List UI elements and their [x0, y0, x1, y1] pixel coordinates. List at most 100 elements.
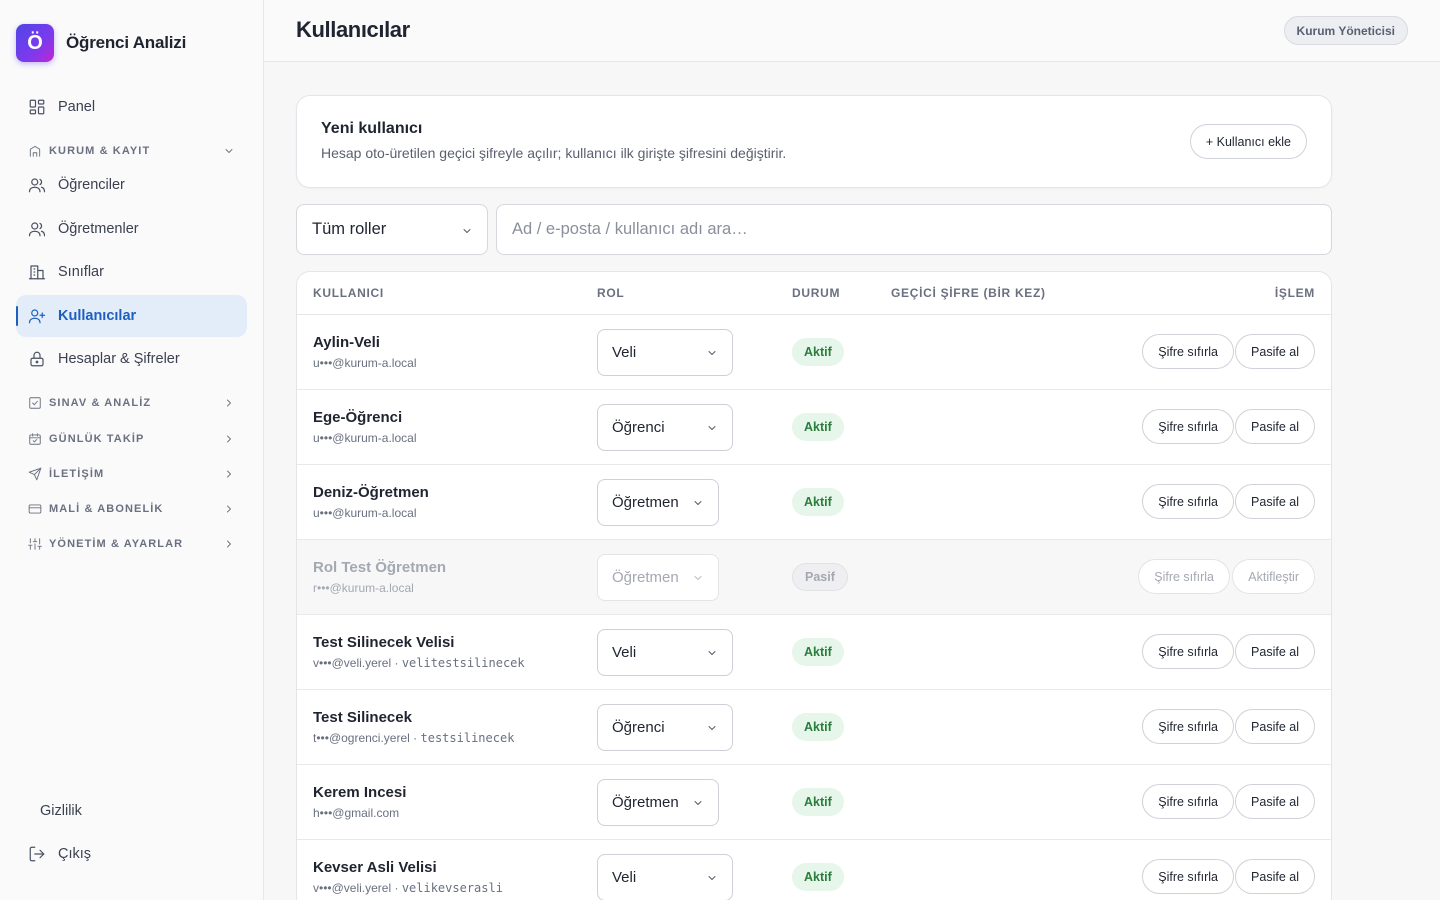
chevron-down-icon [694, 801, 702, 805]
user-email: v•••@veli.yerel · velikevserasli [313, 881, 503, 895]
new-user-subtitle: Hesap oto-üretilen geçici şifreyle açılı… [321, 145, 787, 161]
chevron-down-icon [694, 576, 702, 580]
nav-group-yonetim[interactable]: YÖNETİM & AYARLAR [28, 534, 235, 554]
table-header: KULLANICI ROL DURUM GEÇİCİ ŞİFRE (BİR KE… [297, 272, 1331, 315]
new-user-card: Yeni kullanıcı Hesap oto-üretilen geçici… [296, 95, 1332, 188]
reset-password-button[interactable]: Şifre sıfırla [1142, 334, 1234, 369]
brand-title: Öğrenci Analizi [66, 33, 187, 52]
brand-logo: Ö [16, 24, 54, 62]
sidebar-item-ogrenciler[interactable]: Öğrenciler [16, 164, 247, 206]
role-select[interactable]: Öğretmen [597, 479, 719, 526]
status-badge: Aktif [792, 488, 844, 516]
user-email: u•••@kurum-a.local [313, 506, 416, 520]
reset-password-button[interactable]: Şifre sıfırla [1142, 784, 1234, 819]
users-table: KULLANICI ROL DURUM GEÇİCİ ŞİFRE (BİR KE… [296, 271, 1332, 900]
reset-password-button[interactable]: Şifre sıfırla [1142, 409, 1234, 444]
reset-password-button[interactable]: Şifre sıfırla [1142, 859, 1234, 894]
chevron-down-icon [708, 726, 716, 730]
role-select[interactable]: Öğretmen [597, 554, 719, 601]
chevron-down-icon [708, 351, 716, 355]
sidebar-item-panel[interactable]: Panel [16, 86, 247, 128]
sidebar-item-kullanicilar[interactable]: Kullanıcılar [16, 295, 247, 337]
nav-group-label: İLETİŞİM [49, 468, 105, 480]
deactivate-button[interactable]: Pasife al [1235, 859, 1315, 894]
nav-group-mali[interactable]: MALİ & ABONELİK [28, 499, 235, 519]
activate-button[interactable]: Aktifleştir [1232, 559, 1315, 594]
add-user-button[interactable]: + Kullanıcı ekle [1189, 124, 1307, 159]
role-select[interactable]: Öğrenci [597, 704, 733, 751]
role-filter-value: Tüm roller [312, 220, 387, 238]
reset-password-button[interactable]: Şifre sıfırla [1142, 709, 1234, 744]
role-select[interactable]: Veli [597, 629, 733, 676]
dashboard-icon [29, 99, 45, 115]
user-name: Kerem Incesi [313, 784, 407, 801]
role-select[interactable]: Veli [597, 329, 733, 376]
user-email: h•••@gmail.com [313, 806, 399, 820]
sidebar-item-ogretmenler[interactable]: Öğretmenler [16, 208, 247, 250]
sidebar-item-label: Sınıflar [58, 264, 104, 280]
user-email: v•••@veli.yerel · velitestsilinecek [313, 656, 525, 670]
chevron-down-icon [694, 501, 702, 505]
nav-group-gunluk[interactable]: GÜNLÜK TAKİP [28, 429, 235, 449]
user-name: Test Silinecek [313, 709, 412, 726]
deactivate-button[interactable]: Pasife al [1235, 634, 1315, 669]
user-name: Test Silinecek Velisi [313, 634, 455, 651]
role-select[interactable]: Öğretmen [597, 779, 719, 826]
search-input[interactable] [496, 204, 1332, 255]
sidebar-item-siniflar[interactable]: Sınıflar [16, 251, 247, 293]
nav-group-sinav[interactable]: SINAV & ANALİZ [28, 393, 235, 413]
reset-password-button[interactable]: Şifre sıfırla [1142, 634, 1234, 669]
sidebar-item-hesaplar[interactable]: Hesaplar & Şifreler [16, 338, 247, 380]
role-select[interactable]: Veli [597, 854, 733, 900]
deactivate-button[interactable]: Pasife al [1235, 784, 1315, 819]
role-select-value: Öğretmen [612, 494, 679, 511]
logout-link[interactable]: Çıkış [28, 845, 91, 863]
user-email-text: r•••@kurum-a.local [313, 581, 414, 595]
user-email: t•••@ogrenci.yerel · testsilinecek [313, 731, 514, 745]
sidebar: Ö Öğrenci Analizi Panel KURUM & KAYIT Öğ… [0, 0, 264, 900]
sidebar-item-label: Öğretmenler [58, 221, 139, 237]
nav-group-iletisim[interactable]: İLETİŞİM [28, 464, 235, 484]
col-header-temp-password: GEÇİCİ ŞİFRE (BİR KEZ) [891, 286, 1046, 300]
brand[interactable]: Ö Öğrenci Analizi [16, 24, 186, 62]
chevron-down-icon [225, 149, 233, 153]
user-email-text: v•••@veli.yerel [313, 881, 392, 895]
chevron-down-icon [708, 426, 716, 430]
user-name: Kevser Asli Velisi [313, 859, 437, 876]
reset-password-button[interactable]: Şifre sıfırla [1142, 484, 1234, 519]
user-email-text: u•••@kurum-a.local [313, 356, 417, 370]
deactivate-button[interactable]: Pasife al [1235, 484, 1315, 519]
logout-icon [29, 846, 45, 862]
chevron-right-icon [227, 470, 231, 478]
chevron-right-icon [227, 435, 231, 443]
user-username: velikevserasli [401, 881, 503, 895]
chevron-down-icon [708, 876, 716, 880]
deactivate-button[interactable]: Pasife al [1235, 409, 1315, 444]
user-name: Ege-Öğrenci [313, 409, 403, 426]
user-email-text: u•••@kurum-a.local [313, 431, 417, 445]
deactivate-button[interactable]: Pasife al [1235, 334, 1315, 369]
reset-password-button[interactable]: Şifre sıfırla [1138, 559, 1230, 594]
nav-group-kurum[interactable]: KURUM & KAYIT [28, 141, 235, 161]
user-email: u•••@kurum-a.local [313, 356, 416, 370]
chevron-right-icon [227, 505, 231, 513]
lock-icon [30, 351, 44, 367]
status-badge: Aktif [792, 338, 844, 366]
topbar: Kullanıcılar Kurum Yöneticisi [264, 0, 1440, 62]
role-select[interactable]: Öğrenci [597, 404, 733, 451]
user-username: velitestsilinecek [401, 656, 525, 670]
calendar-check-icon [29, 433, 41, 445]
chevron-down-icon [708, 651, 716, 655]
school-building-icon [28, 265, 46, 280]
privacy-link[interactable]: Gizlilik [40, 803, 82, 819]
col-header-status: DURUM [792, 286, 841, 300]
table-row: Rol Test Öğretmen r•••@kurum-a.local Öğr… [297, 540, 1331, 615]
separator: · [409, 731, 421, 745]
role-select-value: Öğrenci [612, 419, 665, 436]
table-row: Aylin-Veli u•••@kurum-a.local Veli Aktif… [297, 315, 1331, 390]
role-filter-select[interactable]: Tüm roller [296, 204, 488, 255]
nav-group-label: SINAV & ANALİZ [49, 397, 152, 409]
role-badge: Kurum Yöneticisi [1283, 16, 1408, 45]
sidebar-item-label: Panel [58, 99, 96, 115]
deactivate-button[interactable]: Pasife al [1235, 709, 1315, 744]
